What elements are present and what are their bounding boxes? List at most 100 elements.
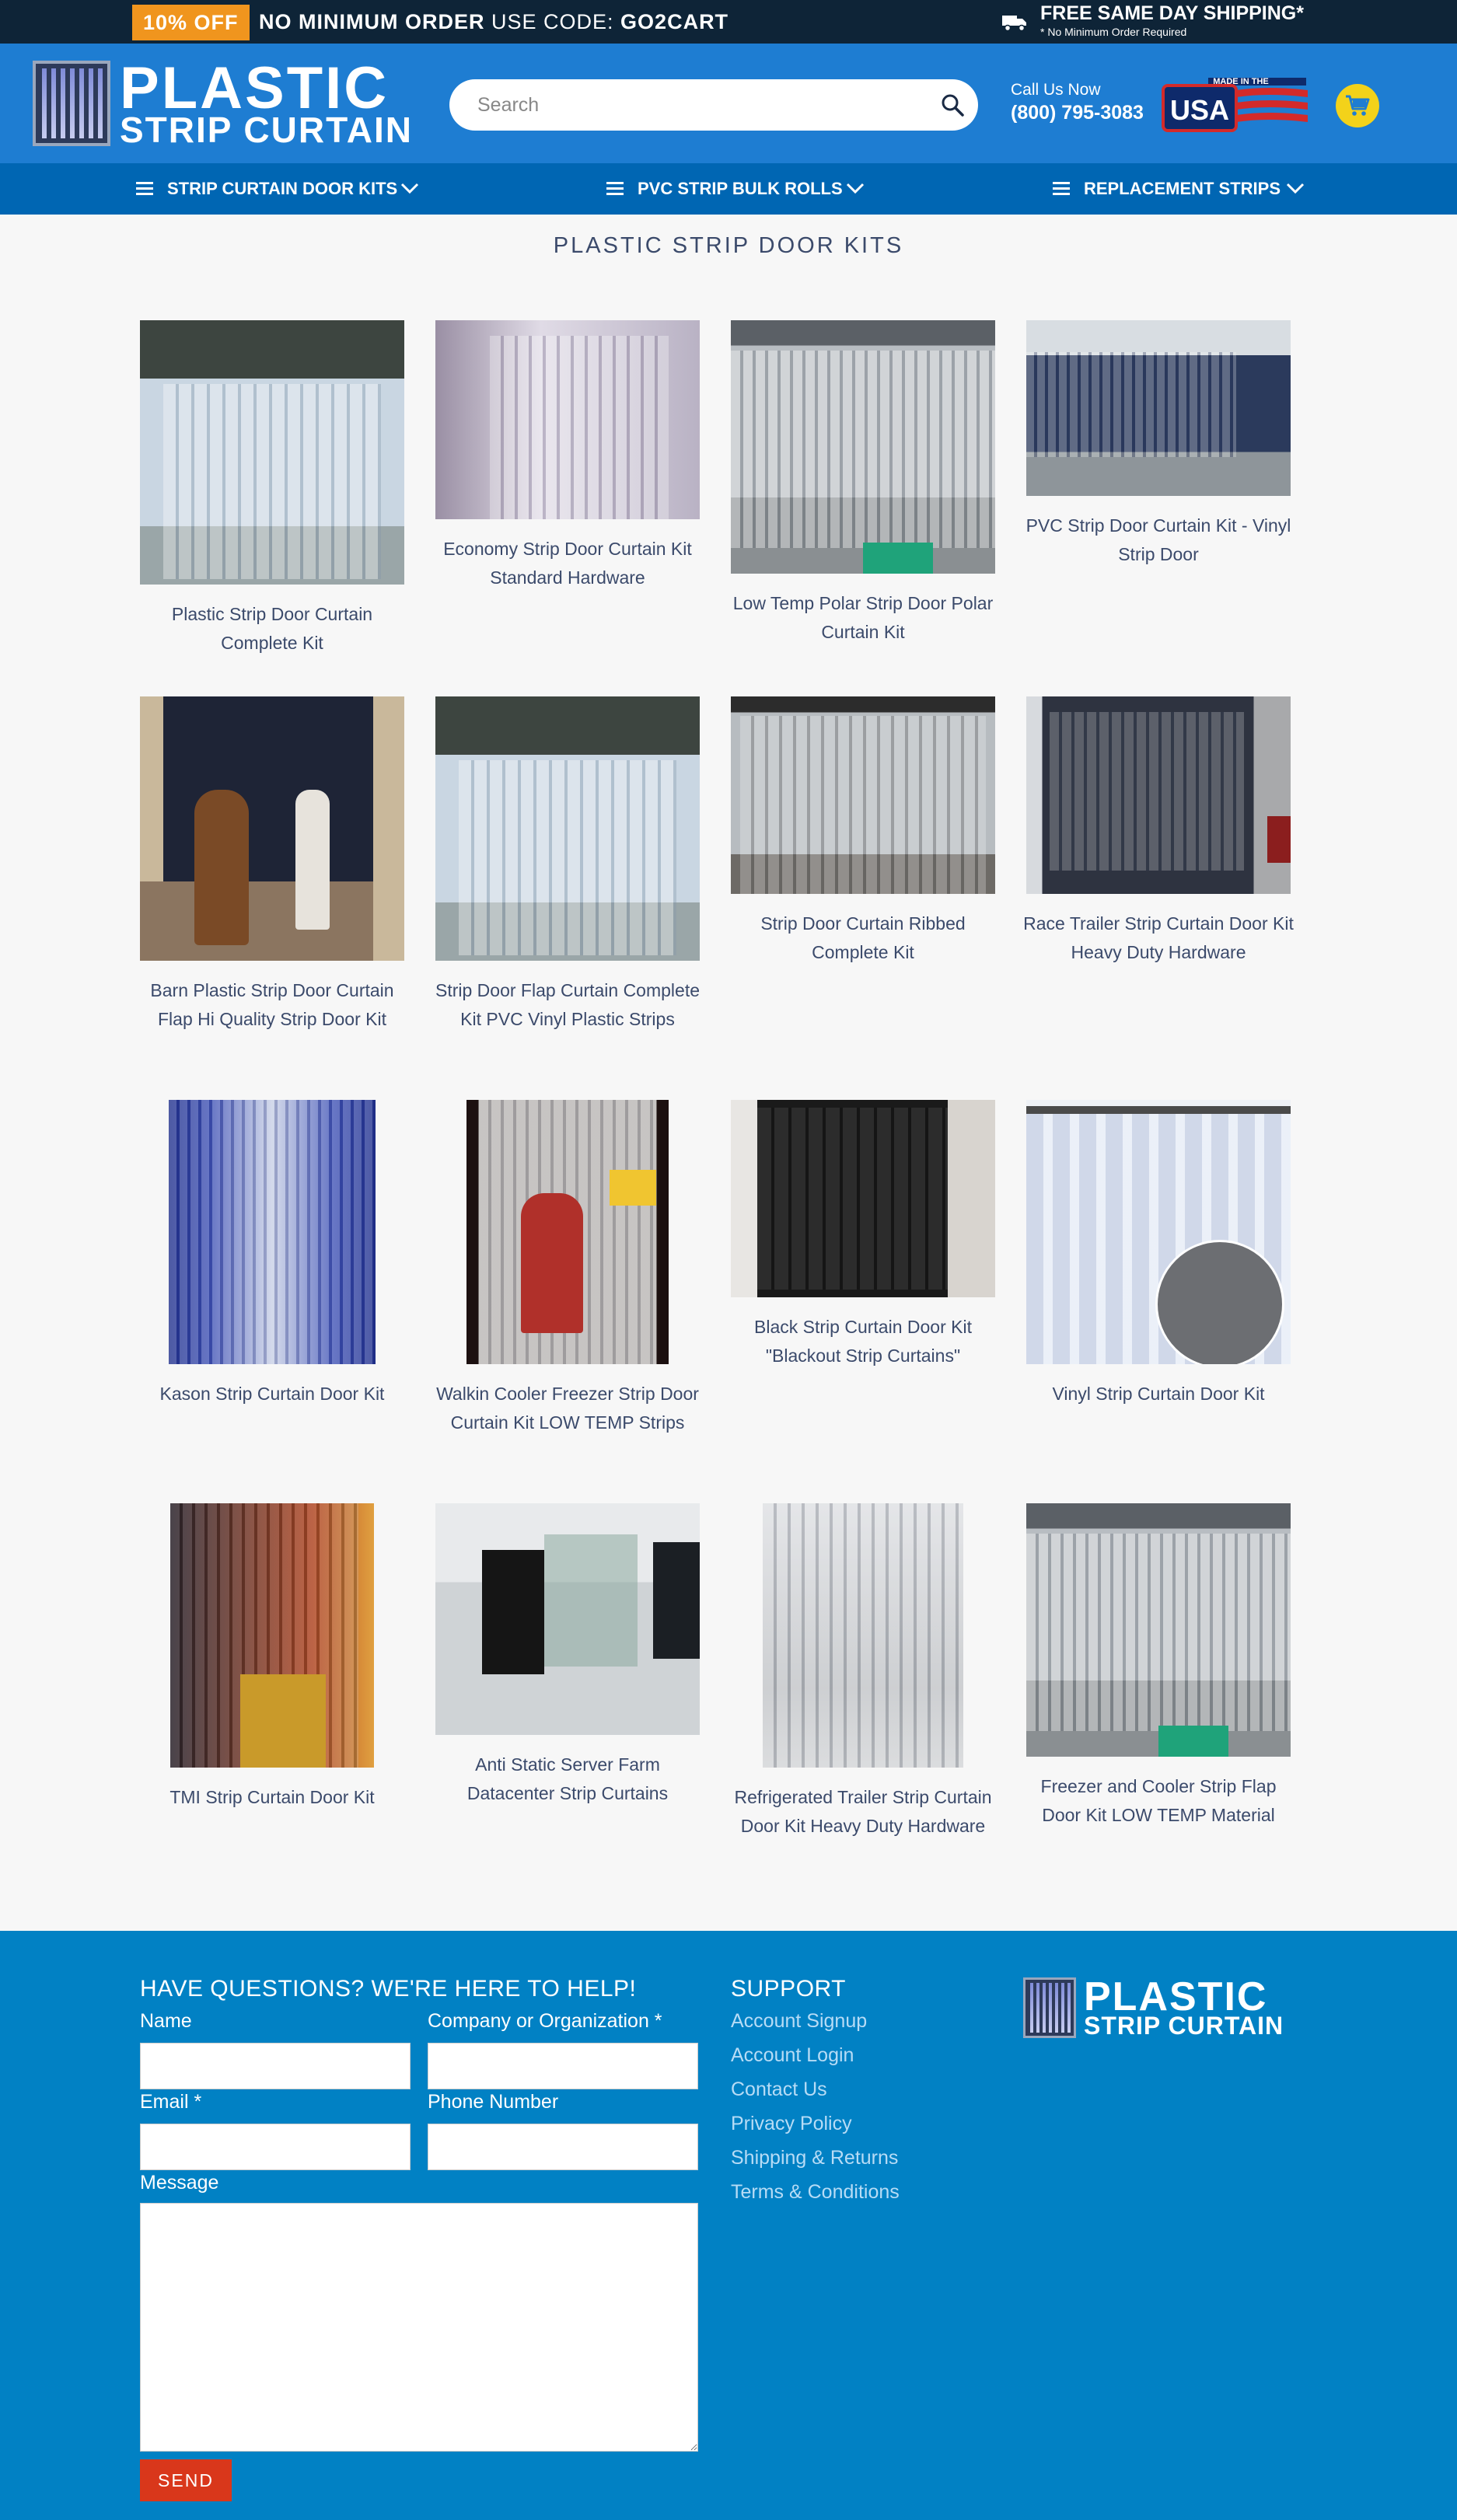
product-card[interactable]: Barn Plastic Strip Door Curtain Flap Hi … [140,696,404,1038]
made-in-usa-badge: MADE IN THE USA [1162,77,1308,132]
discount-badge: 10% OFF [132,5,250,40]
product-card[interactable]: Walkin Cooler Freezer Strip Door Curtain… [435,1100,700,1473]
chevron-down-icon [1286,183,1305,194]
logo-curtain-icon [33,61,110,146]
call-us[interactable]: Call Us Now (800) 795-3083 [1011,80,1144,125]
product-card[interactable]: Plastic Strip Door Curtain Complete Kit [140,320,404,662]
nav-item-replacement-strips[interactable]: REPLACEMENT STRIPS [1053,163,1317,215]
product-name[interactable]: Walkin Cooler Freezer Strip Door Curtain… [431,1380,704,1437]
shipping-subtext: * No Minimum Order Required [1040,26,1187,38]
support-link-shipping-returns[interactable]: Shipping & Returns [731,2147,898,2169]
site-header: PLASTIC STRIP CURTAIN Call Us Now (800) … [0,44,1457,163]
support-link-account-signup[interactable]: Account Signup [731,2010,867,2033]
product-image[interactable] [435,696,700,961]
product-name[interactable]: Economy Strip Door Curtain Kit Standard … [431,535,704,592]
cart-icon [1346,95,1370,116]
name-label: Name [140,2010,192,2032]
shipping-title: FREE SAME DAY SHIPPING* [1040,2,1304,24]
product-card[interactable]: Anti Static Server Farm Datacenter Strip… [435,1503,700,1814]
chevron-down-icon [846,183,865,194]
email-field[interactable] [140,2124,411,2170]
product-image[interactable] [731,320,995,574]
promo-bar: 10% OFF NO MINIMUM ORDER USE CODE: GO2CA… [0,0,1457,44]
send-button[interactable]: SEND [140,2459,232,2501]
support-link-privacy-policy[interactable]: Privacy Policy [731,2113,852,2135]
search-input[interactable] [477,89,913,121]
product-name[interactable]: Race Trailer Strip Curtain Door Kit Heav… [1022,909,1295,967]
company-field[interactable] [428,2043,698,2089]
site-logo[interactable]: PLASTIC STRIP CURTAIN [33,58,414,150]
nav-item-strip-curtain-door-kits[interactable]: STRIP CURTAIN DOOR KITS [136,163,424,215]
promo-code: GO2CART [620,10,729,33]
phone-number[interactable]: (800) 795-3083 [1011,100,1144,125]
search-icon[interactable] [939,92,966,118]
product-card[interactable]: Strip Door Flap Curtain Complete Kit PVC… [435,696,700,1070]
product-card[interactable]: Vinyl Strip Curtain Door Kit [1026,1100,1291,1426]
cart-button[interactable] [1336,84,1379,127]
support-link-terms-conditions[interactable]: Terms & Conditions [731,2181,900,2204]
product-name[interactable]: Black Strip Curtain Door Kit "Blackout S… [726,1313,1000,1370]
usa-badge-main: USA [1170,94,1229,126]
phone-field[interactable] [428,2124,698,2170]
product-name[interactable]: PVC Strip Door Curtain Kit - Vinyl Strip… [1022,511,1295,569]
call-label: Call Us Now [1011,81,1101,99]
product-card[interactable]: Race Trailer Strip Curtain Door Kit Heav… [1023,696,1294,976]
support-link-account-login[interactable]: Account Login [731,2044,854,2067]
product-image[interactable] [140,320,404,585]
product-image[interactable] [1026,696,1291,894]
menu-icon [1053,182,1070,196]
product-card[interactable]: Black Strip Curtain Door Kit "Blackout S… [731,1100,995,1380]
product-name[interactable]: Plastic Strip Door Curtain Complete Kit [135,600,409,658]
product-card[interactable]: Kason Strip Curtain Door Kit [140,1100,404,1426]
product-name[interactable]: Strip Door Flap Curtain Complete Kit PVC… [431,976,704,1034]
product-image[interactable] [1026,1100,1291,1364]
product-name[interactable]: Low Temp Polar Strip Door Polar Curtain … [726,589,1000,647]
product-image[interactable] [169,1100,376,1364]
product-name[interactable]: Kason Strip Curtain Door Kit [135,1380,409,1408]
product-image[interactable] [731,696,995,894]
product-image[interactable] [170,1503,374,1768]
message-label: Message [140,2172,219,2194]
contact-heading: HAVE QUESTIONS? WE'RE HERE TO HELP! [140,1976,637,2002]
menu-icon [606,182,624,196]
support-link-contact-us[interactable]: Contact Us [731,2078,827,2101]
main-nav: STRIP CURTAIN DOOR KITS PVC STRIP BULK R… [0,163,1457,215]
product-card[interactable]: Refrigerated Trailer Strip Curtain Door … [731,1503,995,1876]
product-image[interactable] [1026,1503,1291,1757]
product-card[interactable]: PVC Strip Door Curtain Kit - Vinyl Strip… [1026,320,1291,577]
nav-item-pvc-strip-bulk-rolls[interactable]: PVC STRIP BULK ROLLS [606,163,871,215]
search-bar [449,79,978,131]
truck-icon [1002,16,1026,32]
product-image[interactable] [435,1503,700,1735]
support-heading: SUPPORT [731,1976,846,2002]
product-card[interactable]: Strip Door Curtain Ribbed Complete Kit [731,696,995,976]
usa-badge-top: MADE IN THE [1213,77,1269,86]
product-card[interactable]: Low Temp Polar Strip Door Polar Curtain … [731,320,995,654]
product-name[interactable]: TMI Strip Curtain Door Kit [135,1783,409,1812]
promo-regular-text: USE CODE: [491,10,614,33]
product-name[interactable]: Freezer and Cooler Strip Flap Door Kit L… [1022,1772,1295,1830]
name-field[interactable] [140,2043,411,2089]
product-name[interactable]: Vinyl Strip Curtain Door Kit [1022,1380,1295,1408]
product-image[interactable] [466,1100,669,1364]
nav-label: STRIP CURTAIN DOOR KITS [167,179,398,198]
product-image[interactable] [731,1100,995,1297]
product-name[interactable]: Barn Plastic Strip Door Curtain Flap Hi … [135,976,409,1034]
product-card[interactable]: Economy Strip Door Curtain Kit Standard … [435,320,700,600]
footer-logo[interactable]: PLASTIC STRIP CURTAIN [1023,1976,1288,2040]
product-name[interactable]: Refrigerated Trailer Strip Curtain Door … [726,1783,1000,1841]
product-card[interactable]: Freezer and Cooler Strip Flap Door Kit L… [1026,1503,1291,1845]
product-image[interactable] [763,1503,963,1768]
product-image[interactable] [435,320,700,519]
product-name[interactable]: Strip Door Curtain Ribbed Complete Kit [726,909,1000,967]
product-image[interactable] [1026,320,1291,496]
email-label: Email * [140,2091,202,2113]
page-title: PLASTIC STRIP DOOR KITS [553,233,904,258]
product-card[interactable]: TMI Strip Curtain Door Kit [140,1503,404,1830]
message-field[interactable] [140,2203,698,2452]
product-image[interactable] [140,696,404,961]
chevron-down-icon [400,183,419,194]
site-footer: HAVE QUESTIONS? WE'RE HERE TO HELP! Name… [0,1931,1457,2520]
logo-text-line2: STRIP CURTAIN [120,110,413,150]
product-name[interactable]: Anti Static Server Farm Datacenter Strip… [431,1750,704,1808]
